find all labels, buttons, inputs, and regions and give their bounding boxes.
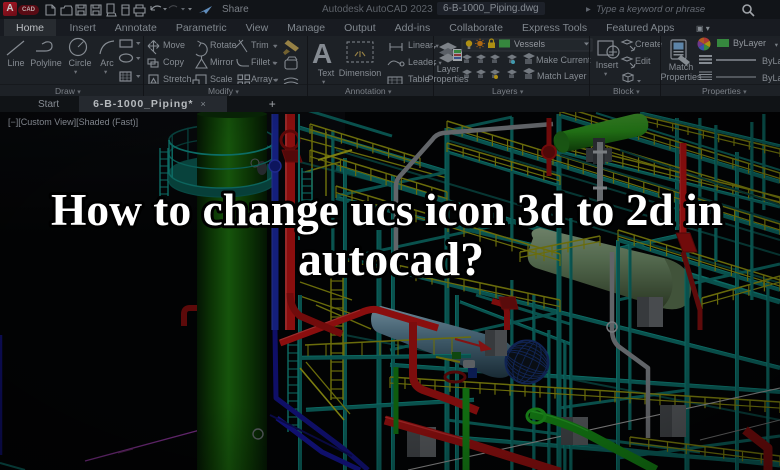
svg-text:How to change ucs icon 3d to 2: How to change ucs icon 3d to 2d in	[51, 185, 723, 235]
svg-text:autocad?: autocad?	[298, 233, 484, 286]
